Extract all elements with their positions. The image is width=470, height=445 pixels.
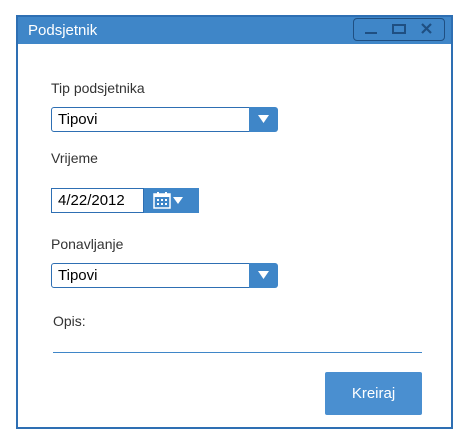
repeat-label: Ponavljanje <box>51 236 124 252</box>
title-bar[interactable]: Podsjetnik <box>18 17 451 44</box>
window-controls <box>353 18 445 41</box>
description-label: Opis: <box>53 313 86 329</box>
minimize-icon[interactable] <box>358 19 384 39</box>
description-field[interactable] <box>53 352 422 353</box>
time-label: Vrijeme <box>51 150 98 166</box>
date-value: 4/22/2012 <box>58 192 125 209</box>
repeat-select[interactable]: Tipovi <box>51 262 278 288</box>
date-picker-button[interactable] <box>144 188 199 213</box>
reminder-type-select[interactable]: Tipovi <box>51 106 278 132</box>
repeat-value: Tipovi <box>58 267 98 284</box>
window-title: Podsjetnik <box>28 22 98 39</box>
chevron-down-icon[interactable] <box>248 262 278 288</box>
reminder-window: Podsjetnik Tip podsjetnika Tipovi Vrijem… <box>16 15 453 429</box>
calendar-icon <box>153 192 183 209</box>
date-input[interactable]: 4/22/2012 <box>51 188 144 213</box>
reminder-type-label: Tip podsjetnika <box>51 80 145 96</box>
create-button[interactable]: Kreiraj <box>325 372 422 415</box>
chevron-down-icon[interactable] <box>248 106 278 132</box>
reminder-type-value: Tipovi <box>58 111 98 128</box>
maximize-icon[interactable] <box>386 19 412 39</box>
close-icon[interactable] <box>414 19 440 39</box>
